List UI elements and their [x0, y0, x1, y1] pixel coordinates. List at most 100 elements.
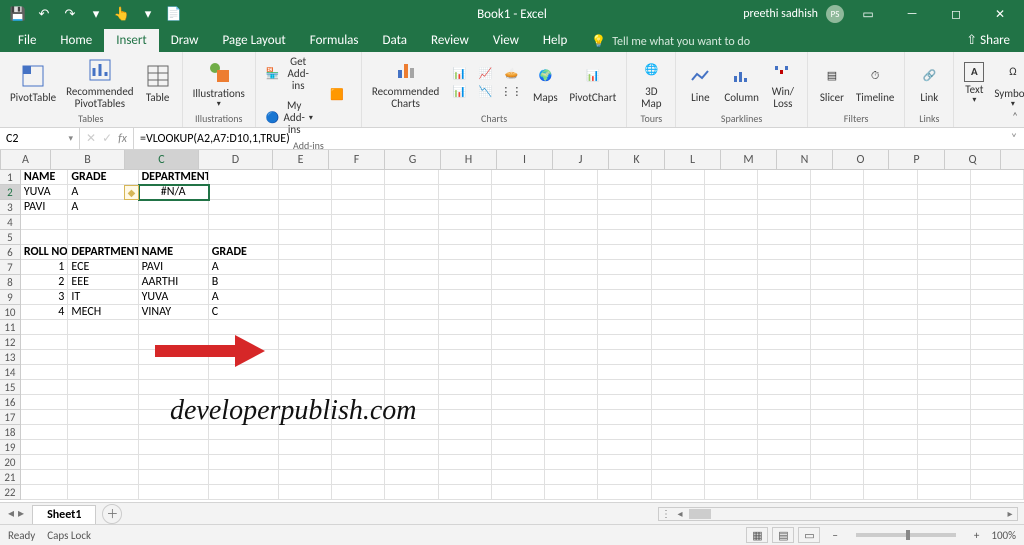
cell[interactable] [811, 425, 864, 440]
tell-me-search[interactable]: 💡 Tell me what you want to do [591, 34, 750, 52]
cell[interactable] [758, 380, 811, 395]
cell[interactable] [492, 185, 545, 200]
cell[interactable] [68, 215, 138, 230]
row-header[interactable]: 21 [0, 470, 21, 485]
cell[interactable]: C [209, 305, 279, 320]
page-layout-view-icon[interactable]: ▤ [772, 527, 794, 543]
touch-mode-icon[interactable]: 👆 [110, 2, 134, 26]
cell[interactable] [864, 215, 917, 230]
row-header[interactable]: 14 [0, 365, 21, 380]
pie-chart-icon[interactable]: 🥧 [499, 66, 523, 82]
cell[interactable] [811, 275, 864, 290]
cell[interactable] [705, 260, 758, 275]
cell[interactable] [918, 485, 971, 500]
cell[interactable] [864, 170, 917, 185]
cell[interactable] [139, 425, 209, 440]
cell[interactable] [652, 440, 705, 455]
cell[interactable] [918, 455, 971, 470]
cell[interactable] [279, 290, 332, 305]
cell[interactable] [68, 365, 138, 380]
cell[interactable] [918, 215, 971, 230]
cell[interactable] [545, 455, 598, 470]
cell[interactable] [545, 200, 598, 215]
cell[interactable] [598, 170, 651, 185]
cell[interactable] [652, 275, 705, 290]
cell[interactable] [918, 410, 971, 425]
line-chart-icon[interactable]: 📈 [473, 66, 497, 82]
cell[interactable] [439, 305, 492, 320]
cell[interactable]: NAME [21, 170, 69, 185]
cell[interactable] [758, 335, 811, 350]
cell[interactable] [332, 185, 385, 200]
cell[interactable] [439, 350, 492, 365]
cell[interactable] [705, 365, 758, 380]
cell[interactable] [68, 440, 138, 455]
cell[interactable] [439, 275, 492, 290]
cell[interactable] [385, 275, 438, 290]
cell[interactable] [385, 350, 438, 365]
cell[interactable] [705, 395, 758, 410]
cell[interactable] [598, 185, 651, 200]
cell[interactable] [385, 470, 438, 485]
cell[interactable] [545, 170, 598, 185]
cell[interactable] [209, 440, 279, 455]
cell[interactable] [918, 440, 971, 455]
cell[interactable] [209, 215, 279, 230]
cell[interactable] [705, 275, 758, 290]
cell[interactable] [705, 200, 758, 215]
cell[interactable] [705, 470, 758, 485]
cell[interactable] [758, 470, 811, 485]
open-icon[interactable]: 📄 [162, 2, 186, 26]
cell[interactable] [758, 185, 811, 200]
cell[interactable] [971, 485, 1024, 500]
cell[interactable] [652, 395, 705, 410]
cell[interactable] [652, 290, 705, 305]
cell[interactable] [598, 425, 651, 440]
cell[interactable] [332, 470, 385, 485]
cell[interactable]: VINAY [139, 305, 209, 320]
page-break-view-icon[interactable]: ▭ [798, 527, 820, 543]
cell[interactable]: AARTHI [139, 275, 209, 290]
zoom-level[interactable]: 100% [991, 529, 1016, 542]
cell[interactable] [811, 440, 864, 455]
cell[interactable] [492, 320, 545, 335]
sparkline-wl-button[interactable]: Win/ Loss [767, 54, 799, 112]
cell[interactable] [385, 305, 438, 320]
cell[interactable] [971, 200, 1024, 215]
cell[interactable] [68, 395, 138, 410]
cell[interactable] [758, 320, 811, 335]
cell[interactable] [918, 170, 971, 185]
rec-charts-button[interactable]: Recommended Charts [370, 54, 441, 112]
cell[interactable] [864, 395, 917, 410]
cell[interactable] [598, 470, 651, 485]
cell[interactable] [332, 440, 385, 455]
cell[interactable] [21, 395, 69, 410]
tab-page-layout[interactable]: Page Layout [210, 29, 297, 52]
cell[interactable] [492, 200, 545, 215]
col-header-B[interactable]: B [51, 150, 125, 169]
cell[interactable] [209, 230, 279, 245]
cell[interactable] [279, 425, 332, 440]
cell[interactable] [598, 380, 651, 395]
cell[interactable] [918, 380, 971, 395]
cell[interactable] [279, 260, 332, 275]
cell[interactable] [209, 470, 279, 485]
cell[interactable] [864, 365, 917, 380]
cell[interactable] [705, 440, 758, 455]
col-header-J[interactable]: J [553, 150, 609, 169]
cell[interactable] [918, 290, 971, 305]
cell[interactable] [545, 470, 598, 485]
cell[interactable] [705, 320, 758, 335]
row-header[interactable]: 11 [0, 320, 21, 335]
cell[interactable] [811, 320, 864, 335]
close-icon[interactable]: ✕ [980, 0, 1020, 28]
cell[interactable] [971, 335, 1024, 350]
cell[interactable] [598, 410, 651, 425]
cell[interactable] [385, 260, 438, 275]
cell[interactable] [545, 320, 598, 335]
cell[interactable] [545, 410, 598, 425]
cell[interactable] [705, 215, 758, 230]
cell[interactable] [971, 305, 1024, 320]
cell[interactable] [332, 200, 385, 215]
cell[interactable] [492, 395, 545, 410]
